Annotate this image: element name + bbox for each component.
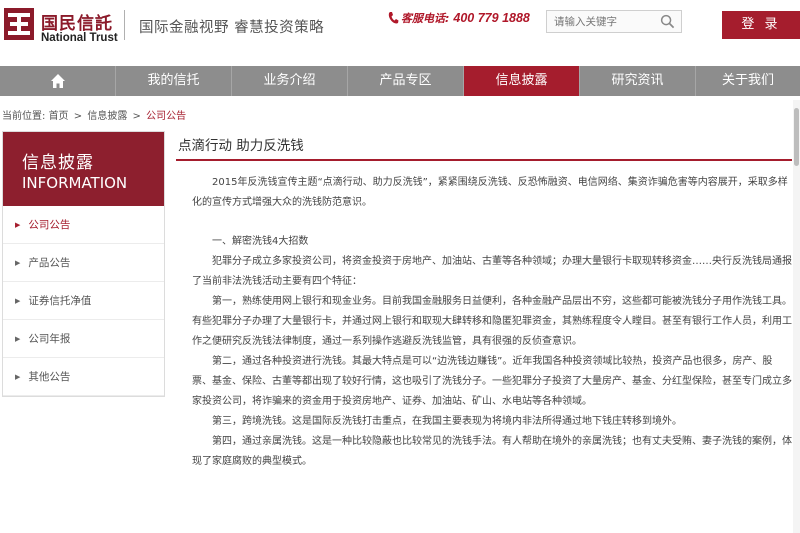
phone-icon [388, 12, 399, 24]
sidebar-item-label: 产品公告 [28, 257, 71, 269]
sidebar-item-company-announcements[interactable]: ▶ 公司公告 [3, 206, 164, 244]
article-paragraph: 犯罪分子成立多家投资公司，将资金投资于房地产、加油站、古董等各种领域；办理大量银… [192, 256, 792, 287]
nav-research[interactable]: 研究资讯 [580, 66, 696, 96]
login-button[interactable]: 登 录 [722, 11, 800, 39]
header: 国民信託 National Trust 国际金融视野 睿慧投资策略 客服电话: 4… [0, 0, 800, 60]
triangle-right-icon: ▶ [15, 335, 21, 343]
search-icon[interactable] [660, 14, 675, 29]
nav-home[interactable] [0, 66, 116, 96]
brand-name-en: National Trust [41, 32, 118, 44]
sidebar-subtitle: INFORMATION [22, 174, 128, 192]
sidebar-title: 信息披露 [22, 153, 94, 173]
nav-my-trust[interactable]: 我的信托 [116, 66, 232, 96]
article-paragraph: 第二，通过各种投资进行洗钱。其最大特点是可以“边洗钱边赚钱”。近年我国各种投资领… [192, 356, 792, 407]
breadcrumb-prefix: 当前位置: [2, 111, 46, 122]
sidebar-item-securities-nav[interactable]: ▶ 证券信托净值 [3, 282, 164, 320]
breadcrumb: 当前位置: 首页 > 信息披露 > 公司公告 [2, 107, 186, 122]
article-paragraph: 2015年反洗钱宣传主题“点滴行动、助力反洗钱”，紧紧围绕反洗钱、反恐怖融资、电… [192, 177, 788, 208]
triangle-right-icon: ▶ [15, 259, 21, 267]
breadcrumb-current[interactable]: 公司公告 [146, 111, 186, 122]
triangle-right-icon: ▶ [15, 373, 21, 381]
scrollbar-thumb[interactable] [794, 108, 799, 166]
hotline-number: 400 779 1888 [453, 11, 530, 25]
sidebar-item-product-announcements[interactable]: ▶ 产品公告 [3, 244, 164, 282]
slogan: 国际金融视野 睿慧投资策略 [139, 20, 325, 36]
search-input[interactable] [547, 11, 657, 32]
logo-divider [124, 10, 125, 40]
page-scrollbar[interactable] [793, 100, 800, 533]
sidebar-item-label: 公司年报 [28, 333, 71, 345]
logo-mark-icon [4, 8, 34, 40]
sidebar: 信息披露 INFORMATION ▶ 公司公告 ▶ 产品公告 ▶ 证券信托净值 ▶ 公司… [2, 131, 165, 397]
sidebar-list: ▶ 公司公告 ▶ 产品公告 ▶ 证券信托净值 ▶ 公司年报 ▶ 其他公告 [3, 206, 164, 396]
article-paragraph: 第一，熟练使用网上银行和现金业务。目前我国金融服务日益便利，各种金融产品层出不穷… [192, 296, 792, 347]
nav-disclosure[interactable]: 信息披露 [464, 66, 580, 96]
main-content: 点滴行动 助力反洗钱 2015年反洗钱宣传主题“点滴行动、助力反洗钱”，紧紧围绕… [176, 131, 792, 533]
nav-about-us[interactable]: 关于我们 [696, 66, 800, 96]
article-paragraph: 第三，跨境洗钱。这是国际反洗钱打击重点，在我国主要表现为将境内非法所得通过地下钱… [212, 416, 682, 427]
nav-business-intro[interactable]: 业务介绍 [232, 66, 348, 96]
breadcrumb-separator: > [73, 111, 83, 122]
brand-name-cn: 国民信託 [41, 14, 113, 34]
home-icon [50, 74, 65, 88]
sidebar-header: 信息披露 INFORMATION [3, 132, 164, 206]
article-paragraph: 第四，通过亲属洗钱。这是一种比较隐蔽也比较常见的洗钱手法。有人帮助在境外的亲属洗… [192, 436, 792, 467]
triangle-right-icon: ▶ [15, 221, 21, 229]
article-body: 2015年反洗钱宣传主题“点滴行动、助力反洗钱”，紧紧围绕反洗钱、反恐怖融资、电… [176, 161, 792, 472]
breadcrumb-home[interactable]: 首页 [49, 111, 69, 122]
triangle-right-icon: ▶ [15, 297, 21, 305]
sidebar-item-label: 其他公告 [28, 371, 71, 383]
nav-products[interactable]: 产品专区 [348, 66, 464, 96]
breadcrumb-separator: > [132, 111, 141, 122]
article-section-heading: 一、解密洗钱4大招数 [212, 236, 309, 247]
breadcrumb-disclosure[interactable]: 信息披露 [87, 111, 127, 122]
hotline: 客服电话: 400 779 1888 [387, 10, 530, 28]
sidebar-item-label: 公司公告 [28, 219, 71, 231]
hotline-label: 客服电话: [401, 12, 450, 25]
main-nav: 我的信托 业务介绍 产品专区 信息披露 研究资讯 关于我们 [0, 66, 800, 96]
sidebar-item-label: 证券信托净值 [28, 295, 92, 307]
search-box [546, 10, 682, 33]
sidebar-item-annual-reports[interactable]: ▶ 公司年报 [3, 320, 164, 358]
sidebar-item-other-announcements[interactable]: ▶ 其他公告 [3, 358, 164, 396]
logo[interactable]: 国民信託 National Trust [4, 8, 118, 46]
article-title: 点滴行动 助力反洗钱 [176, 131, 792, 161]
